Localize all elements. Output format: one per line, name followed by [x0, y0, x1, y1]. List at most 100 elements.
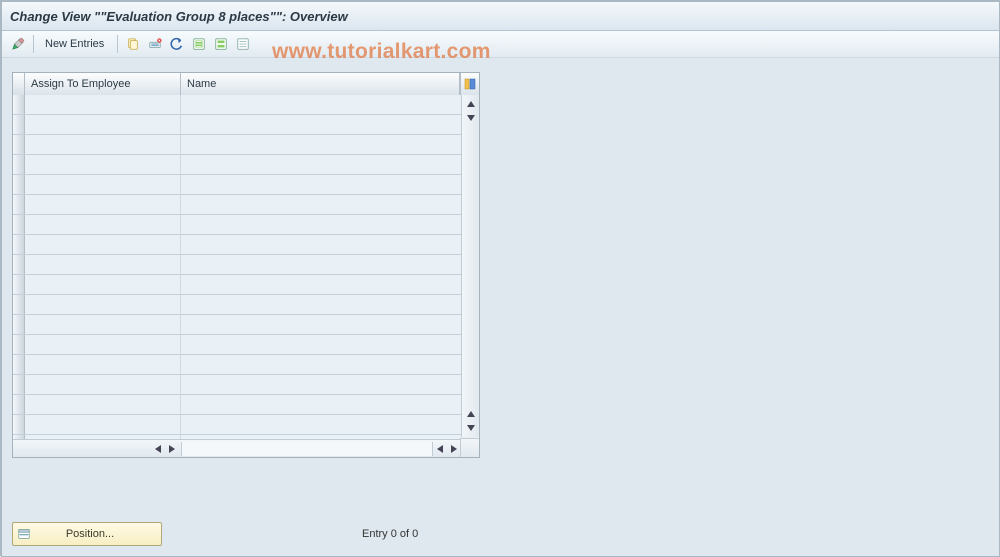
- row-selector[interactable]: [13, 255, 25, 274]
- row-selector[interactable]: [13, 355, 25, 374]
- cell-assign-to-employee[interactable]: [25, 155, 181, 174]
- row-selector[interactable]: [13, 275, 25, 294]
- cell-name[interactable]: [181, 415, 461, 434]
- scroll-up-icon[interactable]: [464, 407, 478, 421]
- position-button[interactable]: Position...: [12, 522, 162, 546]
- table-row: [13, 395, 461, 415]
- row-selector[interactable]: [13, 215, 25, 234]
- row-selector[interactable]: [13, 415, 25, 434]
- cell-assign-to-employee[interactable]: [25, 175, 181, 194]
- scroll-up-icon[interactable]: [464, 97, 478, 111]
- undo-change-icon[interactable]: [167, 34, 187, 54]
- table-row: [13, 135, 461, 155]
- cell-assign-to-employee[interactable]: [25, 395, 181, 414]
- table-row: [13, 115, 461, 135]
- cell-name[interactable]: [181, 175, 461, 194]
- cell-name[interactable]: [181, 195, 461, 214]
- new-entries-button[interactable]: New Entries: [39, 36, 110, 52]
- entry-status: Entry 0 of 0: [362, 528, 418, 540]
- table-row: [13, 355, 461, 375]
- cell-name[interactable]: [181, 95, 461, 114]
- row-selector[interactable]: [13, 95, 25, 114]
- cell-name[interactable]: [181, 235, 461, 254]
- horizontal-scrollbar[interactable]: [13, 439, 461, 457]
- cell-name[interactable]: [181, 395, 461, 414]
- cell-assign-to-employee[interactable]: [25, 315, 181, 334]
- scroll-left-icon[interactable]: [151, 442, 165, 456]
- cell-assign-to-employee[interactable]: [25, 215, 181, 234]
- separator: [117, 35, 118, 53]
- column-header-label: Name: [187, 78, 216, 90]
- cell-assign-to-employee[interactable]: [25, 355, 181, 374]
- row-selector[interactable]: [13, 135, 25, 154]
- table-settings-icon[interactable]: [460, 73, 479, 95]
- display-change-icon[interactable]: [8, 34, 28, 54]
- delete-icon[interactable]: [145, 34, 165, 54]
- deselect-all-icon[interactable]: [233, 34, 253, 54]
- cell-name[interactable]: [181, 335, 461, 354]
- row-selector[interactable]: [13, 395, 25, 414]
- footer: Position... Entry 0 of 0: [12, 522, 418, 546]
- column-header-name[interactable]: Name: [181, 73, 460, 95]
- table-row: [13, 215, 461, 235]
- scroll-down-icon[interactable]: [464, 111, 478, 125]
- row-selector[interactable]: [13, 175, 25, 194]
- table-row: [13, 95, 461, 115]
- table-row: [13, 255, 461, 275]
- cell-name[interactable]: [181, 315, 461, 334]
- position-button-label: Position...: [39, 528, 157, 540]
- row-selector[interactable]: [13, 335, 25, 354]
- cell-assign-to-employee[interactable]: [25, 415, 181, 434]
- cell-name[interactable]: [181, 375, 461, 394]
- titlebar: Change View ""Evaluation Group 8 places"…: [2, 2, 1000, 31]
- row-selector[interactable]: [13, 295, 25, 314]
- cell-assign-to-employee[interactable]: [25, 295, 181, 314]
- cell-assign-to-employee[interactable]: [25, 195, 181, 214]
- table-header-row: Assign To Employee Name: [13, 73, 479, 96]
- cell-name[interactable]: [181, 255, 461, 274]
- table-row: [13, 315, 461, 335]
- row-selector[interactable]: [13, 115, 25, 134]
- cell-assign-to-employee[interactable]: [25, 275, 181, 294]
- row-selector[interactable]: [13, 315, 25, 334]
- copy-as-icon[interactable]: [123, 34, 143, 54]
- cell-assign-to-employee[interactable]: [25, 335, 181, 354]
- cell-assign-to-employee[interactable]: [25, 95, 181, 114]
- scroll-right-icon[interactable]: [165, 442, 179, 456]
- select-all-icon[interactable]: [189, 34, 209, 54]
- table-row: [13, 235, 461, 255]
- row-selector[interactable]: [13, 155, 25, 174]
- row-selector-header[interactable]: [13, 73, 25, 95]
- select-block-icon[interactable]: [211, 34, 231, 54]
- cell-name[interactable]: [181, 355, 461, 374]
- column-header-label: Assign To Employee: [31, 78, 130, 90]
- scroll-left-icon[interactable]: [433, 442, 447, 456]
- cell-name[interactable]: [181, 295, 461, 314]
- scrollbar-track[interactable]: [181, 442, 433, 456]
- row-selector[interactable]: [13, 235, 25, 254]
- scroll-right-icon[interactable]: [447, 442, 461, 456]
- separator: [33, 35, 34, 53]
- cell-name[interactable]: [181, 135, 461, 154]
- cell-assign-to-employee[interactable]: [25, 235, 181, 254]
- cell-assign-to-employee[interactable]: [25, 115, 181, 134]
- scrollbar-corner: [460, 438, 479, 457]
- content-area: Assign To Employee Name: [2, 58, 1000, 556]
- row-selector[interactable]: [13, 195, 25, 214]
- cell-name[interactable]: [181, 155, 461, 174]
- cell-assign-to-employee[interactable]: [25, 255, 181, 274]
- cell-assign-to-employee[interactable]: [25, 135, 181, 154]
- vertical-scrollbar[interactable]: [461, 95, 479, 437]
- cell-name[interactable]: [181, 115, 461, 134]
- page-title: Change View ""Evaluation Group 8 places"…: [10, 9, 348, 24]
- toolbar: New Entries: [2, 31, 1000, 58]
- cell-assign-to-employee[interactable]: [25, 375, 181, 394]
- column-header-assign-to-employee[interactable]: Assign To Employee: [25, 73, 181, 95]
- table-row: [13, 375, 461, 395]
- table-row: [13, 275, 461, 295]
- cell-name[interactable]: [181, 215, 461, 234]
- scroll-down-icon[interactable]: [464, 421, 478, 435]
- cell-name[interactable]: [181, 275, 461, 294]
- table-row: [13, 155, 461, 175]
- row-selector[interactable]: [13, 375, 25, 394]
